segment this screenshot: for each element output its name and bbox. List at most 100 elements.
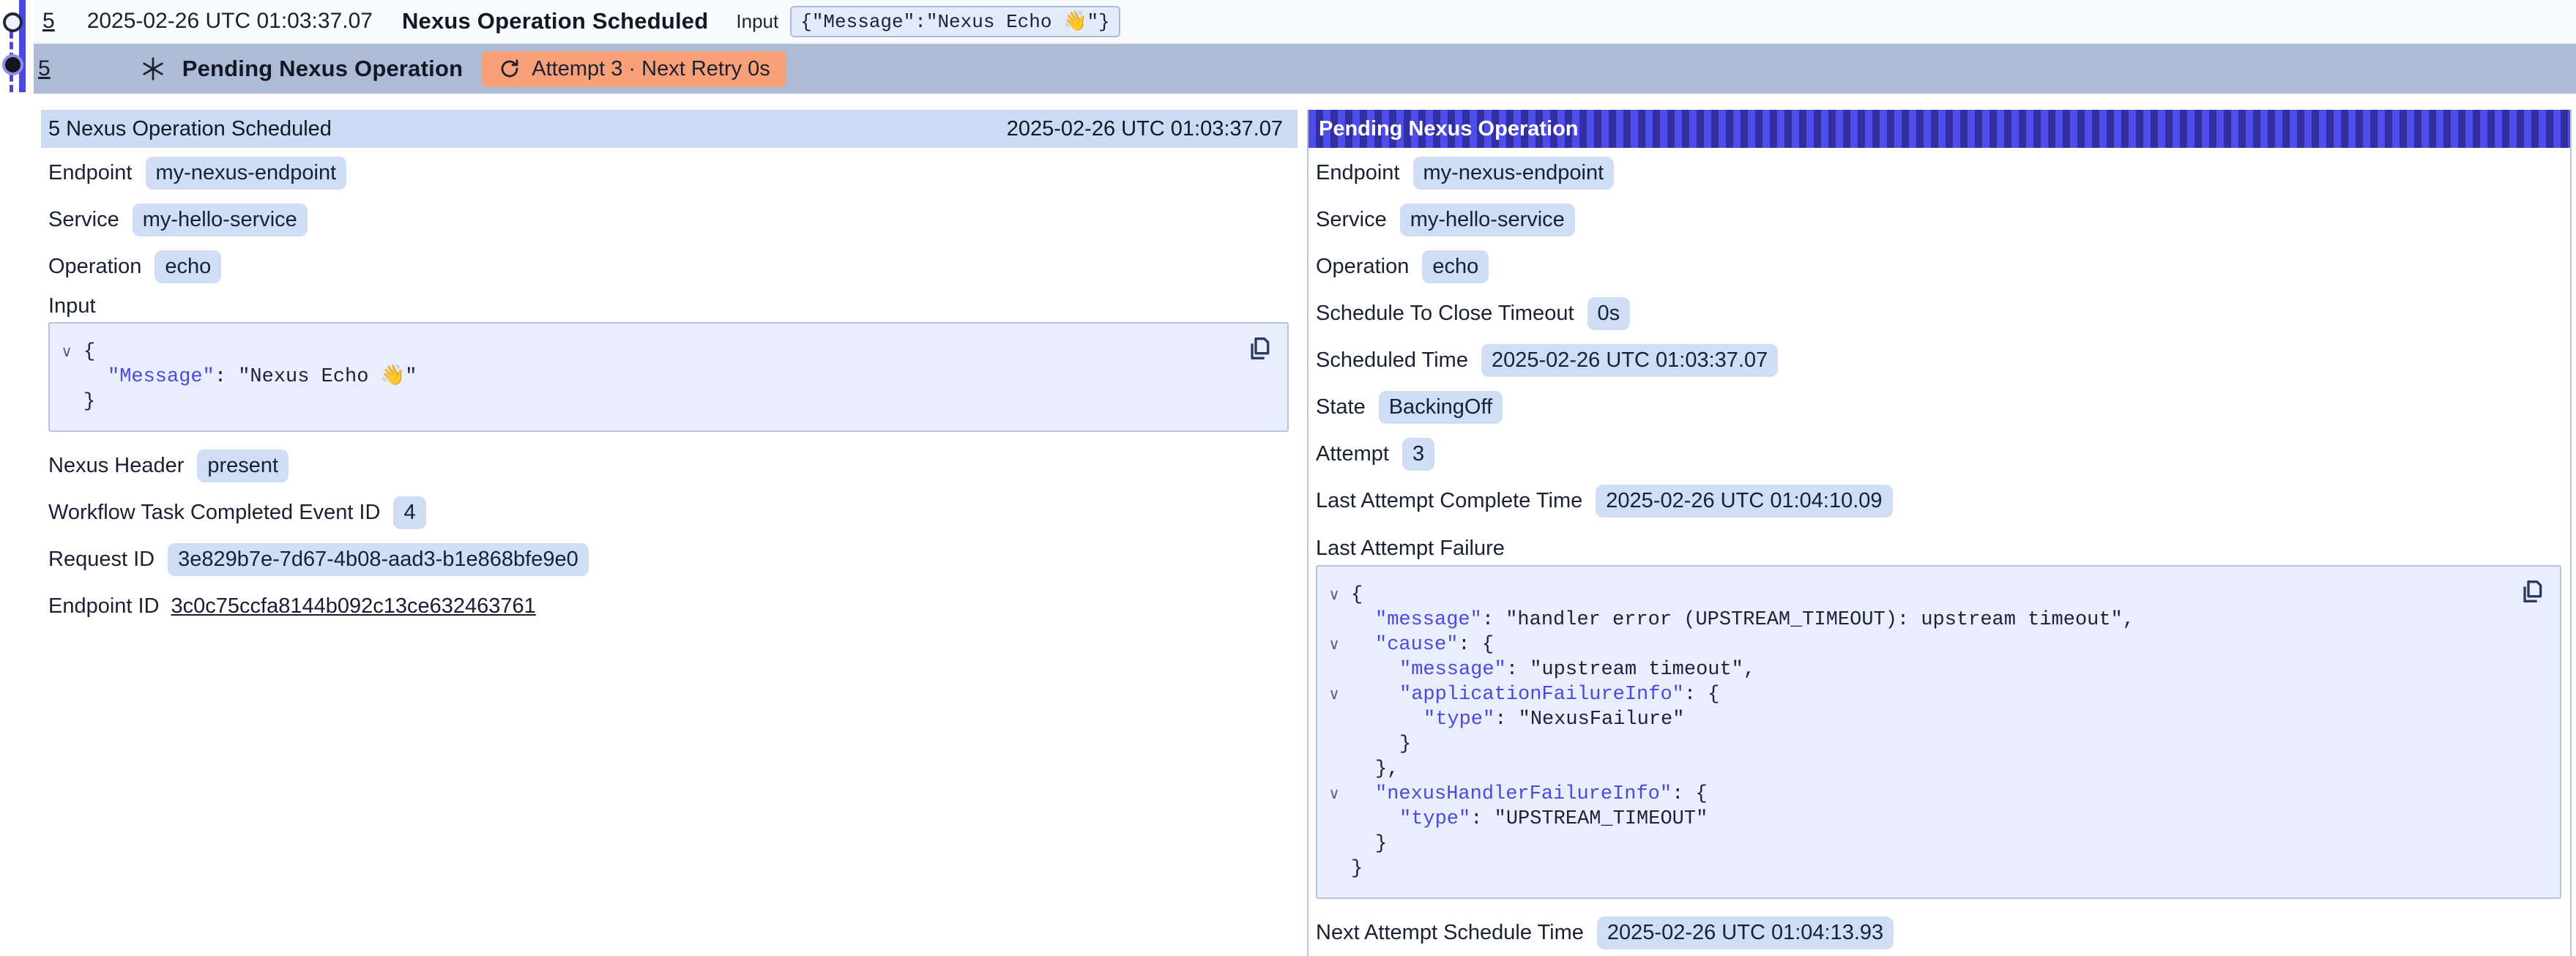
detail-label: Schedule To Close Timeout (1316, 302, 1574, 326)
json-viewer: ∨{"message": "handler error (UPSTREAM_TI… (1317, 583, 2509, 881)
code-line-content: "message": "upstream timeout", (1351, 657, 1755, 682)
detail-label: Endpoint ID (48, 594, 160, 619)
event-input-label: Input (736, 10, 778, 33)
code-gutter (1317, 732, 1351, 757)
detail-value-badge: echo (155, 250, 221, 283)
event-detail-header-timestamp: 2025-02-26 UTC 01:03:37.07 (1007, 117, 1283, 141)
event-id-link[interactable]: 5 (42, 9, 55, 34)
detail-label: Attempt (1316, 442, 1389, 466)
code-line: ∨{ (50, 340, 1236, 365)
collapse-chevron-icon[interactable]: ∨ (1317, 682, 1351, 707)
pending-operation-header: Pending Nexus Operation (1309, 110, 2570, 148)
detail-row-request-id: Request ID 3e829b7e-7d67-4b08-aad3-b1e86… (48, 536, 1289, 583)
event-title: Pending Nexus Operation (182, 56, 464, 82)
code-line: ∨"applicationFailureInfo": { (1317, 682, 2509, 707)
event-row-pending[interactable]: 5 Pending Nexus Operation Attempt 3 · Ne… (34, 44, 2576, 94)
detail-label: Service (48, 208, 119, 232)
detail-label: Operation (48, 255, 141, 279)
code-line: "Message": "Nexus Echo 👋" (50, 365, 1236, 389)
code-line: "message": "handler error (UPSTREAM_TIME… (1317, 608, 2509, 632)
detail-label: Nexus Header (48, 454, 184, 478)
detail-row-endpoint-id: Endpoint ID 3c0c75ccfa8144b092c13ce63246… (48, 583, 1289, 630)
code-line: }, (1317, 757, 2509, 782)
detail-value-badge: 2025-02-26 UTC 01:03:37.07 (1481, 344, 1778, 377)
detail-value-badge: 3 (1402, 438, 1434, 471)
retry-badge: Attempt 3 · Next Retry 0s (482, 51, 786, 87)
detail-value-badge: 2025-02-26 UTC 01:04:13.93 (1597, 916, 1894, 949)
retry-badge-label: Attempt 3 · Next Retry 0s (532, 57, 770, 81)
copy-icon (1245, 334, 1274, 363)
detail-row-nexus-header: Nexus Header present (48, 442, 1289, 489)
collapse-chevron-icon[interactable]: ∨ (1317, 583, 1351, 608)
detail-row-endpoint: Endpoint my-nexus-endpoint (48, 149, 1289, 196)
code-line: ∨"nexusHandlerFailureInfo": { (1317, 782, 2509, 807)
collapse-chevron-icon[interactable]: ∨ (50, 340, 83, 365)
detail-row-next-attempt: Next Attempt Schedule Time 2025-02-26 UT… (1316, 909, 2561, 956)
detail-value-badge: BackingOff (1379, 391, 1503, 424)
code-gutter (1317, 707, 1351, 732)
detail-row-state: State BackingOff (1316, 384, 2561, 430)
detail-value-badge: my-hello-service (133, 203, 308, 236)
code-line: "type": "UPSTREAM_TIMEOUT" (1317, 807, 2509, 832)
pending-operation-header-title: Pending Nexus Operation (1319, 117, 1579, 141)
detail-row-input-label: Input (48, 290, 1289, 322)
code-gutter (1317, 832, 1351, 856)
detail-label: Workflow Task Completed Event ID (48, 501, 380, 525)
detail-row-endpoint: Endpoint my-nexus-endpoint (1316, 149, 2561, 196)
detail-label: Last Attempt Failure (1316, 537, 1505, 561)
code-line-content: }, (1351, 757, 1399, 782)
detail-label: Endpoint (1316, 161, 1400, 185)
code-line: "type": "NexusFailure" (1317, 707, 2509, 732)
code-gutter (50, 365, 83, 389)
detail-row-last-attempt-complete: Last Attempt Complete Time 2025-02-26 UT… (1316, 477, 2561, 524)
detail-label: State (1316, 395, 1366, 419)
code-line-content: "nexusHandlerFailureInfo": { (1351, 782, 1708, 807)
detail-row-failure-label: Last Attempt Failure (1316, 524, 2561, 565)
code-gutter (1317, 657, 1351, 682)
collapse-chevron-icon[interactable]: ∨ (1317, 632, 1351, 657)
input-code-block: ∨{"Message": "Nexus Echo 👋"} (48, 322, 1289, 432)
code-line: ∨{ (1317, 583, 2509, 608)
code-line-content: { (83, 340, 95, 365)
event-row-scheduled[interactable]: 5 2025-02-26 UTC 01:03:37.07 Nexus Opera… (34, 0, 2576, 44)
code-gutter (1317, 856, 1351, 881)
event-timestamp: 2025-02-26 UTC 01:03:37.07 (87, 9, 373, 34)
failure-code-block: ∨{"message": "handler error (UPSTREAM_TI… (1316, 565, 2561, 899)
detail-value-badge: my-nexus-endpoint (146, 157, 347, 190)
detail-label: Request ID (48, 548, 155, 572)
pending-operation-card: Pending Nexus Operation Endpoint my-nexu… (1307, 110, 2572, 956)
code-line: } (1317, 832, 2509, 856)
detail-value-badge: 0s (1587, 297, 1631, 330)
timeline-node-open-icon (3, 12, 23, 32)
copy-button[interactable] (2517, 577, 2547, 606)
code-line-content: "type": "NexusFailure" (1351, 707, 1684, 732)
detail-label: Endpoint (48, 161, 133, 185)
code-line: "message": "upstream timeout", (1317, 657, 2509, 682)
detail-value-badge: echo (1422, 250, 1489, 283)
copy-button[interactable] (1245, 334, 1274, 363)
event-detail-header-title: 5 Nexus Operation Scheduled (48, 117, 332, 141)
retry-icon (498, 57, 521, 81)
detail-row-attempt: Attempt 3 (1316, 430, 2561, 477)
detail-value-badge: 2025-02-26 UTC 01:04:10.09 (1596, 485, 1892, 518)
code-line-content: "cause": { (1351, 632, 1494, 657)
detail-value-badge: 3e829b7e-7d67-4b08-aad3-b1e868bfe9e0 (168, 543, 589, 576)
pending-asterisk-icon (140, 56, 166, 82)
detail-value-badge: present (197, 449, 289, 482)
code-gutter (1317, 757, 1351, 782)
code-line-content: { (1351, 583, 1363, 608)
collapse-chevron-icon[interactable]: ∨ (1317, 782, 1351, 807)
code-line-content: "message": "handler error (UPSTREAM_TIME… (1351, 608, 2134, 632)
endpoint-id-link[interactable]: 3c0c75ccfa8144b092c13ce632463761 (171, 594, 536, 619)
json-viewer: ∨{"Message": "Nexus Echo 👋"} (50, 340, 1236, 414)
code-line: } (1317, 856, 2509, 881)
code-gutter (1317, 608, 1351, 632)
code-line: ∨"cause": { (1317, 632, 2509, 657)
detail-label: Input (48, 294, 96, 318)
code-gutter (50, 389, 83, 414)
code-line-content: "Message": "Nexus Echo 👋" (83, 365, 417, 389)
detail-row-wtce-id: Workflow Task Completed Event ID 4 (48, 489, 1289, 536)
event-id-link[interactable]: 5 (38, 56, 51, 81)
code-line-content: "type": "UPSTREAM_TIMEOUT" (1351, 807, 1708, 832)
detail-label: Last Attempt Complete Time (1316, 489, 1582, 513)
